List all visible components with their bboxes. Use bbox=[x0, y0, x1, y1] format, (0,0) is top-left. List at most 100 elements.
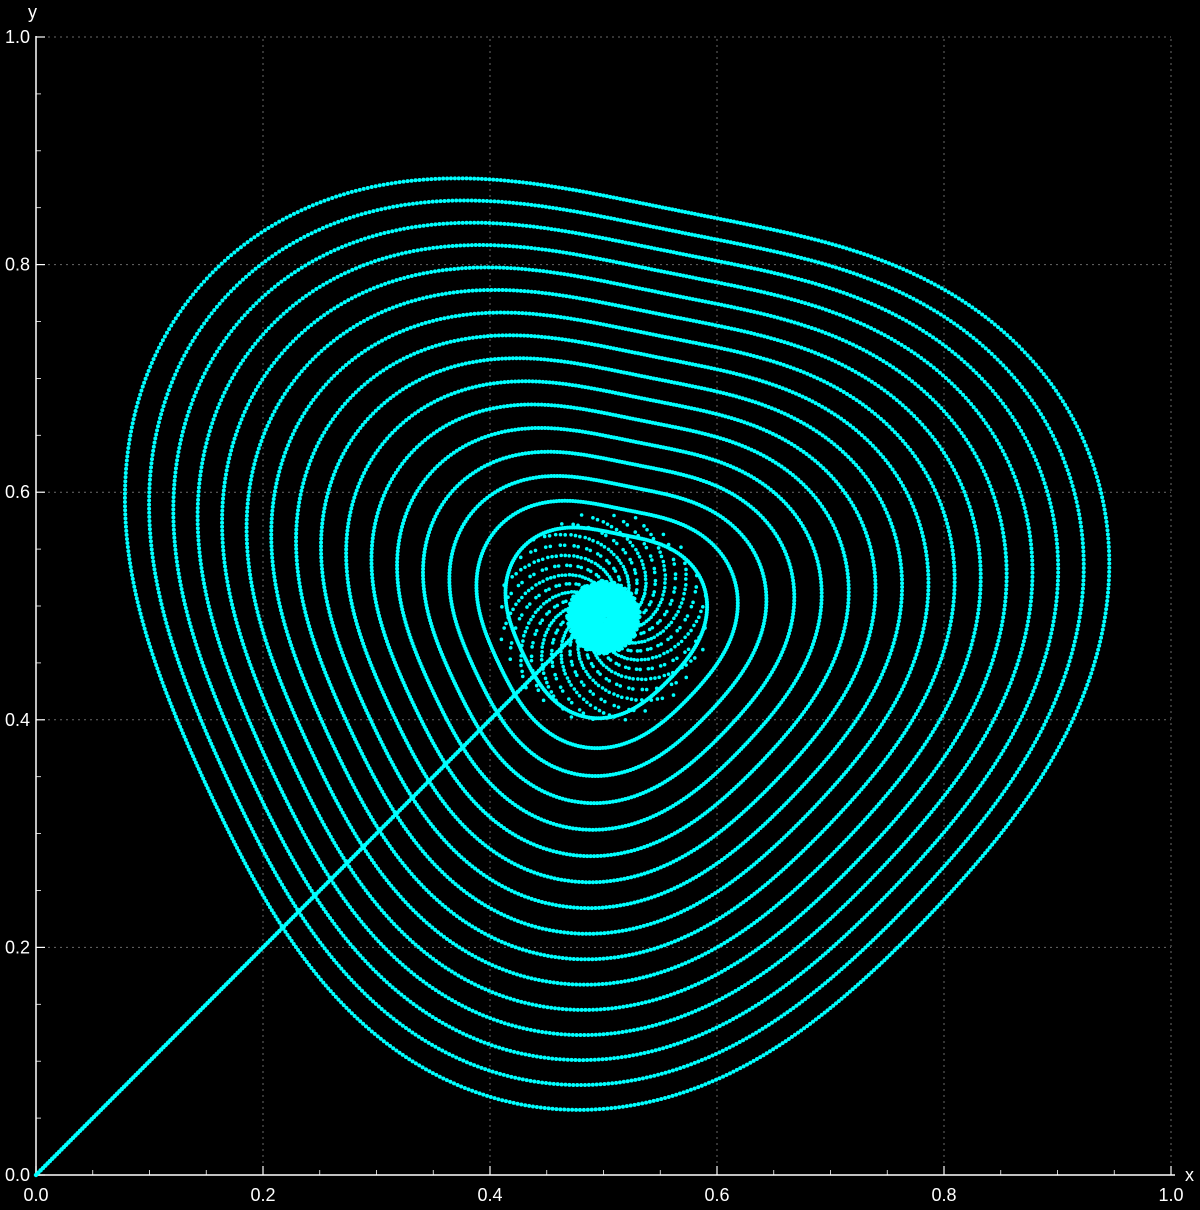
trajectory-point bbox=[503, 429, 508, 434]
trajectory-point bbox=[543, 900, 548, 905]
trajectory-point bbox=[348, 327, 353, 332]
trajectory-point bbox=[949, 615, 954, 620]
trajectory-point bbox=[915, 515, 920, 520]
trajectory-point bbox=[638, 950, 643, 955]
trajectory-point bbox=[346, 580, 351, 585]
trajectory-point bbox=[284, 629, 289, 634]
trajectory-point bbox=[978, 567, 983, 572]
trajectory-point bbox=[294, 550, 299, 555]
trajectory-point bbox=[417, 297, 422, 302]
trajectory-point bbox=[515, 919, 520, 924]
trajectory-point bbox=[345, 525, 350, 530]
y-tick-label: 1.0 bbox=[5, 27, 30, 47]
trajectory-point bbox=[467, 336, 472, 341]
trajectory-point bbox=[948, 461, 953, 466]
trajectory-point bbox=[819, 353, 824, 358]
trajectory-point bbox=[249, 580, 254, 585]
trajectory-point bbox=[330, 417, 335, 422]
trajectory-point bbox=[530, 379, 535, 384]
trajectory-point bbox=[322, 506, 327, 511]
trajectory-point bbox=[311, 451, 316, 456]
trajectory-point bbox=[409, 299, 414, 304]
trajectory-point bbox=[819, 594, 824, 599]
trajectory-point bbox=[839, 543, 844, 548]
trajectory-point bbox=[816, 352, 821, 357]
trajectory-point bbox=[616, 954, 621, 959]
trajectory-point bbox=[516, 427, 521, 432]
trajectory-point bbox=[269, 516, 274, 521]
trajectory-point bbox=[917, 460, 922, 465]
trajectory-point bbox=[945, 521, 950, 526]
trajectory-point bbox=[525, 333, 530, 338]
trajectory-point bbox=[274, 586, 279, 591]
trajectory-point bbox=[910, 663, 915, 668]
trajectory-point bbox=[844, 564, 849, 569]
trajectory-point bbox=[873, 596, 878, 601]
trajectory-point bbox=[503, 941, 508, 946]
trajectory-point bbox=[260, 435, 265, 440]
trajectory-point bbox=[527, 379, 532, 384]
trajectory-point bbox=[329, 376, 334, 381]
trajectory-point bbox=[499, 430, 504, 435]
trajectory-point bbox=[680, 962, 685, 967]
trajectory-point bbox=[281, 454, 286, 459]
trajectory-point bbox=[251, 591, 256, 596]
trajectory-point bbox=[348, 594, 353, 599]
trajectory-point bbox=[559, 981, 564, 986]
trajectory-point bbox=[535, 951, 539, 956]
trajectory-point bbox=[900, 483, 905, 488]
trajectory-point bbox=[369, 554, 374, 559]
trajectory-point bbox=[607, 904, 612, 909]
trajectory-point bbox=[538, 952, 543, 957]
trajectory-point bbox=[931, 484, 936, 489]
trajectory-point bbox=[244, 537, 249, 542]
trajectory-point bbox=[362, 318, 366, 323]
trajectory-point bbox=[609, 852, 614, 857]
trajectory-point bbox=[957, 478, 962, 483]
trajectory-point bbox=[615, 878, 620, 883]
trajectory-point bbox=[583, 880, 588, 885]
trajectory-point bbox=[978, 587, 983, 592]
trajectory-point bbox=[558, 929, 563, 934]
trajectory-point bbox=[518, 333, 523, 338]
trajectory-point bbox=[574, 295, 579, 300]
trajectory-point bbox=[840, 546, 845, 551]
trajectory-point bbox=[513, 427, 518, 432]
trajectory-point bbox=[595, 854, 600, 859]
trajectory-point bbox=[448, 339, 453, 344]
trajectory-point bbox=[456, 389, 461, 394]
trajectory-point bbox=[369, 550, 374, 555]
trajectory-point bbox=[817, 615, 822, 620]
trajectory-point bbox=[604, 905, 609, 910]
trajectory-point bbox=[584, 931, 589, 936]
trajectory-point bbox=[977, 555, 982, 560]
trajectory-point bbox=[570, 982, 575, 987]
trajectory-point bbox=[452, 364, 457, 369]
trajectory-point bbox=[346, 584, 351, 589]
trajectory-point bbox=[274, 405, 279, 410]
trajectory-point bbox=[381, 493, 386, 498]
trajectory-point bbox=[302, 366, 307, 371]
trajectory-point bbox=[294, 523, 299, 528]
trajectory-point bbox=[952, 584, 957, 589]
trajectory-point bbox=[462, 289, 467, 294]
trajectory-point bbox=[619, 979, 624, 984]
trajectory-point bbox=[867, 633, 872, 638]
trajectory-point bbox=[819, 597, 824, 602]
trajectory-point bbox=[319, 540, 324, 545]
trajectory-point bbox=[306, 620, 311, 625]
trajectory-point bbox=[345, 445, 350, 449]
trajectory-point bbox=[289, 643, 294, 648]
trajectory-point bbox=[376, 311, 381, 316]
trajectory-point bbox=[323, 502, 328, 507]
trajectory-point bbox=[622, 850, 627, 855]
trajectory-point bbox=[627, 927, 632, 932]
trajectory-point bbox=[929, 681, 934, 686]
trajectory-point bbox=[295, 562, 300, 567]
trajectory-point bbox=[335, 336, 340, 341]
trajectory-point bbox=[424, 540, 429, 545]
trajectory-point bbox=[474, 335, 479, 340]
trajectory-point bbox=[977, 603, 982, 608]
trajectory-point bbox=[424, 295, 429, 300]
trajectory-point bbox=[263, 638, 268, 643]
